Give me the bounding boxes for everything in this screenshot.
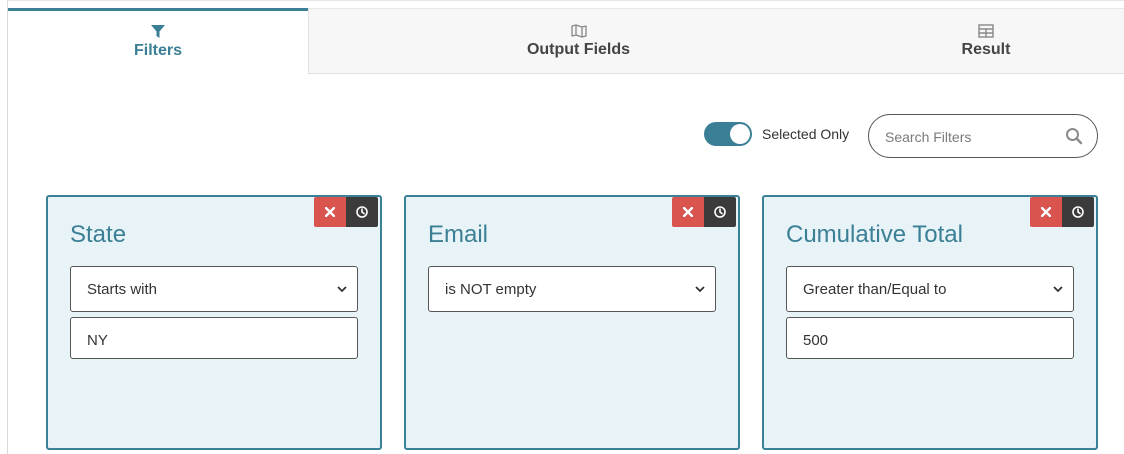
table-icon	[978, 23, 994, 38]
remove-filter-button[interactable]	[672, 197, 704, 227]
remove-filter-button[interactable]	[1030, 197, 1062, 227]
search-filters-input[interactable]	[883, 125, 1057, 149]
filter-field-name: Email	[428, 221, 489, 248]
filter-value-field	[70, 317, 358, 359]
filter-value-input[interactable]	[801, 328, 1055, 352]
operator-select-value: Greater than/Equal to	[803, 281, 947, 298]
operator-select[interactable]: Greater than/Equal to	[786, 266, 1074, 312]
filter-card-state: State Starts with	[46, 195, 382, 450]
tab-output-fields-label: Output Fields	[526, 40, 631, 58]
operator-select[interactable]: is NOT empty	[428, 266, 716, 312]
filter-history-button[interactable]	[1062, 197, 1094, 227]
operator-select-value: Starts with	[87, 281, 158, 298]
filter-card-actions	[1030, 197, 1094, 227]
filter-icon	[151, 25, 165, 38]
clock-icon	[356, 206, 368, 218]
operator-select-value: is NOT empty	[445, 281, 537, 298]
selected-only-label: Selected Only	[762, 126, 850, 142]
filter-value-input[interactable]	[85, 328, 339, 352]
close-icon	[325, 207, 335, 217]
remove-filter-button[interactable]	[314, 197, 346, 227]
clock-icon	[1072, 206, 1084, 218]
tab-bar: Filters Output Fields Result	[8, 8, 1124, 74]
close-icon	[683, 207, 693, 217]
filter-history-button[interactable]	[704, 197, 736, 227]
search-box	[868, 114, 1098, 158]
filter-field-name: Cumulative Total	[786, 221, 963, 248]
tab-output-fields[interactable]: Output Fields	[308, 8, 848, 74]
chevron-down-icon	[695, 286, 705, 293]
map-icon	[570, 23, 587, 38]
tab-result[interactable]: Result	[848, 8, 1124, 74]
selected-only-toggle[interactable]	[704, 122, 752, 146]
toggle-knob	[730, 124, 750, 144]
chevron-down-icon	[337, 286, 347, 293]
filter-card-email: Email is NOT empty	[404, 195, 740, 450]
filter-field-name: State	[70, 221, 127, 248]
tab-result-label: Result	[961, 40, 1011, 58]
filter-card-actions	[314, 197, 378, 227]
frame-top-border	[7, 0, 1124, 1]
tab-filters-label: Filters	[133, 42, 182, 59]
search-icon[interactable]	[1065, 127, 1083, 145]
filter-card-cumulative-total: Cumulative Total Greater than/Equal to	[762, 195, 1098, 450]
tab-filters[interactable]: Filters	[8, 8, 308, 74]
operator-select[interactable]: Starts with	[70, 266, 358, 312]
filter-card-actions	[672, 197, 736, 227]
close-icon	[1041, 207, 1051, 217]
clock-icon	[714, 206, 726, 218]
filter-value-field	[786, 317, 1074, 359]
filter-history-button[interactable]	[346, 197, 378, 227]
chevron-down-icon	[1053, 286, 1063, 293]
